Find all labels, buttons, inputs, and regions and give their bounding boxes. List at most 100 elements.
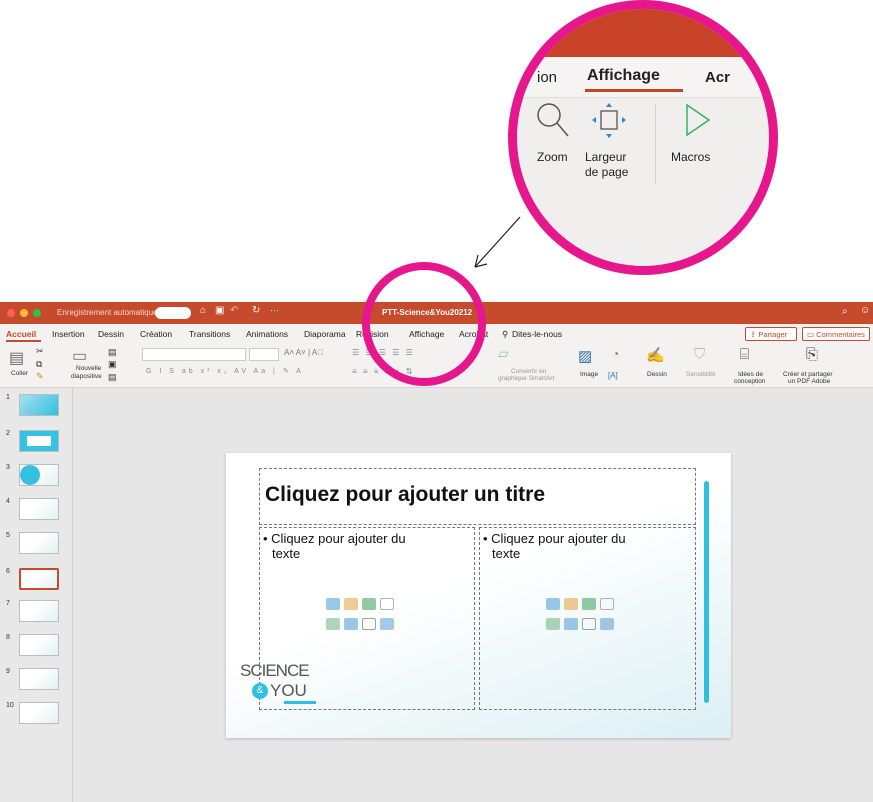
slide-number: 7 (6, 600, 10, 607)
callout-titlebar (517, 9, 769, 57)
video-icon[interactable] (362, 618, 376, 630)
callout-arrow (474, 216, 521, 268)
callout-tabs: ion Affichage Acr (517, 57, 769, 97)
cut-icon[interactable]: ✂ (36, 346, 44, 357)
icons-insert-icon[interactable] (600, 618, 614, 630)
slide-thumbnail-6[interactable] (19, 568, 59, 590)
draw-icon[interactable]: ✍ (646, 346, 665, 364)
title-placeholder-text: Cliquez pour ajouter un titre (265, 483, 546, 506)
share-button[interactable]: ⇪ Partager (745, 327, 797, 341)
autosave-toggle[interactable] (155, 307, 191, 319)
font-size-select[interactable] (249, 348, 279, 361)
page-width-button[interactable]: Largeur de page (577, 101, 647, 191)
callout-tab-revision[interactable]: ion (537, 69, 557, 86)
more-icon[interactable]: ··· (270, 305, 279, 315)
play-macro-icon (686, 103, 711, 137)
font-name-select[interactable] (142, 348, 246, 361)
active-tab-underline (6, 340, 41, 342)
slide-thumbnail-9[interactable] (19, 668, 59, 690)
section-icon[interactable]: ▤ (108, 372, 117, 383)
tab-diaporama[interactable]: Diaporama (304, 329, 346, 339)
video-icon[interactable] (582, 618, 596, 630)
sensitivity-icon[interactable]: ⛉ (694, 346, 705, 363)
save-icon[interactable]: ▣ (215, 305, 224, 316)
3d-model-icon[interactable] (380, 598, 394, 610)
shapes-icon[interactable]: ◔ (612, 347, 619, 361)
sensitivity-label: Sensibilité (686, 371, 716, 378)
smartart-icon[interactable]: ▱ (498, 345, 509, 362)
macros-button[interactable]: Macros (665, 101, 725, 171)
divider (517, 97, 769, 98)
page-width-label-1: Largeur (585, 150, 627, 164)
icons-insert-icon[interactable] (380, 618, 394, 630)
tab-animations[interactable]: Animations (246, 329, 288, 339)
right-content-placeholder[interactable]: • Cliquez pour ajouter du texte (479, 527, 696, 710)
reset-icon[interactable]: ▣ (108, 359, 117, 370)
slide-thumbnail-3[interactable] (19, 464, 59, 486)
zoom-button[interactable]: Zoom (527, 101, 577, 171)
slide-thumbnail-4[interactable] (19, 498, 59, 520)
slide-thumbnail-8[interactable] (19, 634, 59, 656)
textbox-icon[interactable]: [A] (608, 371, 618, 380)
chart-icon[interactable] (344, 598, 358, 610)
tab-dessin[interactable]: Dessin (98, 329, 124, 339)
insert-content-icons[interactable] (326, 598, 406, 638)
zoom-callout: ion Affichage Acr Zoom Largeur de page M… (508, 0, 778, 275)
close-window-button[interactable] (7, 309, 15, 317)
slide-number: 6 (6, 568, 10, 575)
copy-icon[interactable]: ⧉ (36, 359, 42, 370)
slide-thumbnail-2[interactable] (19, 430, 59, 452)
callout-tab-affichage[interactable]: Affichage (587, 67, 660, 85)
layout-icon[interactable]: ▤ (108, 347, 117, 358)
autosave-label: Enregistrement automatique (57, 308, 158, 317)
tab-transitions[interactable]: Transitions (189, 329, 230, 339)
table-icon[interactable] (546, 598, 560, 610)
smartart-insert-icon[interactable] (582, 598, 596, 610)
picture-insert-icon[interactable] (546, 618, 560, 630)
slide-thumbnail-10[interactable] (19, 702, 59, 724)
science-you-logo: SCIENCE & YOU (240, 661, 320, 716)
comments-button[interactable]: ▭ Commentaires (802, 327, 870, 341)
online-picture-icon[interactable] (344, 618, 358, 630)
redo-icon[interactable]: ↻ (252, 305, 260, 316)
maximize-window-button[interactable] (33, 309, 41, 317)
chart-icon[interactable] (564, 598, 578, 610)
slide-thumbnail-7[interactable] (19, 600, 59, 622)
slide-thumbnail-pane: 1 2 3 4 5 6 7 8 9 10 (0, 388, 73, 802)
slide-number: 8 (6, 634, 10, 641)
undo-icon[interactable]: ↶ (230, 305, 238, 316)
slide-canvas: Cliquez pour ajouter un titre • Cliquez … (226, 453, 731, 738)
slide-number: 10 (6, 702, 14, 709)
title-placeholder[interactable]: Cliquez pour ajouter un titre (259, 468, 696, 525)
macros-label: Macros (671, 150, 711, 164)
format-painter-icon[interactable]: ✎ (36, 371, 44, 382)
tab-dites-le-nous[interactable]: Dites-le-nous (512, 329, 562, 339)
designer-icon[interactable]: ⌸ (740, 346, 749, 363)
text-format-icons[interactable]: G I S ab x² x₂ AV Aa | ✎ A (146, 367, 304, 375)
slide-number: 1 (6, 394, 10, 401)
tab-insertion[interactable]: Insertion (52, 329, 85, 339)
smiley-icon[interactable]: ☺ (860, 305, 870, 316)
minimize-window-button[interactable] (20, 309, 28, 317)
smartart-label-2: graphique SmartArt (498, 375, 555, 382)
search-icon[interactable]: ⌕ (842, 306, 848, 317)
insert-content-icons[interactable] (546, 598, 626, 638)
tab-accueil[interactable]: Accueil (6, 329, 36, 339)
slide-thumbnail-5[interactable] (19, 532, 59, 554)
online-picture-icon[interactable] (564, 618, 578, 630)
table-icon[interactable] (326, 598, 340, 610)
smartart-insert-icon[interactable] (362, 598, 376, 610)
new-slide-label-1: Nouvelle (76, 365, 102, 372)
slide-thumbnail-1[interactable] (19, 394, 59, 416)
pdf-icon[interactable]: ⎘ (806, 346, 818, 363)
zoom-magnifier-icon (537, 103, 569, 137)
slide-number: 9 (6, 668, 10, 675)
grow-font-icon[interactable]: A˄ A˅ | A⃥ (284, 348, 323, 357)
picture-insert-icon[interactable] (326, 618, 340, 630)
tab-creation[interactable]: Création (140, 329, 172, 339)
3d-model-icon[interactable] (600, 598, 614, 610)
picture-icon[interactable]: ▨ (578, 347, 592, 365)
callout-tab-acrobat[interactable]: Acr (705, 69, 730, 86)
designer-label-2: conception (734, 378, 766, 385)
home-icon[interactable]: ⌂ (200, 305, 206, 316)
